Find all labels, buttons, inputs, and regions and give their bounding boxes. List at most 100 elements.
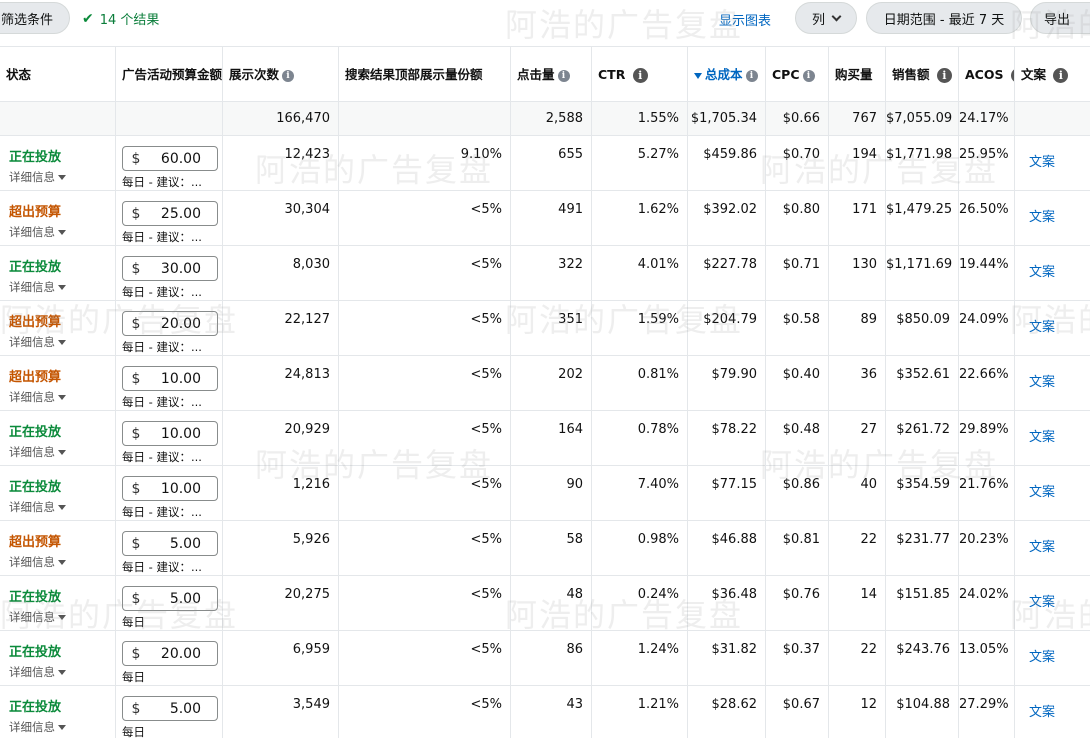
details-dropdown[interactable]: 详细信息	[9, 224, 66, 240]
table-row: 正在投放 详细信息 $ 5.00 每日 3,549 <5% 43 1.21% $…	[0, 686, 1090, 738]
details-dropdown[interactable]: 详细信息	[9, 444, 66, 460]
info-icon[interactable]: i	[557, 69, 570, 82]
top-share-cell: <5%	[339, 191, 511, 245]
summary-ctr: 1.55%	[592, 102, 688, 135]
filter-button[interactable]: 筛选条件	[0, 2, 70, 34]
show-chart-link[interactable]: 显示图表	[719, 10, 771, 29]
budget-value: 10.00	[160, 370, 201, 387]
info-icon[interactable]: i	[282, 69, 295, 82]
header-ctr[interactable]: CTR i	[592, 47, 688, 101]
details-label: 详细信息	[9, 665, 55, 679]
ad-link[interactable]: 文案	[1029, 701, 1055, 720]
info-icon[interactable]: i	[632, 68, 648, 83]
budget-input[interactable]: $ 20.00	[122, 641, 218, 666]
ctr-cell: 0.78%	[592, 411, 688, 465]
summary-cost: $1,705.34	[688, 102, 766, 135]
acos-cell: 22.66%	[959, 356, 1015, 410]
export-button[interactable]: 导出	[1030, 2, 1090, 34]
budget-input[interactable]: $ 10.00	[122, 366, 218, 391]
info-icon[interactable]: i	[745, 69, 758, 82]
header-clicks[interactable]: 点击量 i	[511, 47, 592, 101]
budget-input[interactable]: $ 30.00	[122, 256, 218, 281]
cost-cell: $227.78	[688, 246, 766, 300]
date-range-button[interactable]: 日期范围 - 最近 7 天	[866, 2, 1022, 34]
details-label: 详细信息	[9, 225, 55, 239]
top-share-cell: <5%	[339, 246, 511, 300]
ad-link[interactable]: 文案	[1029, 371, 1055, 390]
header-cost[interactable]: 总成本 i	[688, 47, 766, 101]
status-label: 正在投放	[9, 645, 62, 660]
budget-value: 5.00	[169, 535, 201, 552]
details-label: 详细信息	[9, 445, 55, 459]
header-cpc[interactable]: CPC i	[766, 47, 829, 101]
ad-link[interactable]: 文案	[1029, 591, 1055, 610]
budget-input[interactable]: $ 5.00	[122, 696, 218, 721]
details-label: 详细信息	[9, 555, 55, 569]
caret-down-icon	[58, 175, 66, 180]
sales-cell: $243.76	[886, 631, 959, 685]
status-cell: 正在投放 详细信息	[0, 136, 116, 190]
details-dropdown[interactable]: 详细信息	[9, 664, 66, 680]
details-dropdown[interactable]: 详细信息	[9, 334, 66, 350]
info-icon[interactable]: i	[1053, 68, 1069, 83]
ad-link[interactable]: 文案	[1029, 481, 1055, 500]
header-acos[interactable]: ACOS i	[959, 47, 1015, 101]
summary-ad	[1015, 102, 1090, 135]
details-dropdown[interactable]: 详细信息	[9, 169, 66, 185]
budget-input[interactable]: $ 10.00	[122, 476, 218, 501]
status-label: 正在投放	[9, 260, 62, 275]
budget-cell: $ 5.00 每日	[116, 576, 223, 630]
header-impressions-label: 展示次数	[229, 67, 280, 82]
details-dropdown[interactable]: 详细信息	[9, 279, 66, 295]
status-label: 超出预算	[9, 370, 62, 385]
details-dropdown[interactable]: 详细信息	[9, 389, 66, 405]
cost-cell: $31.82	[688, 631, 766, 685]
info-icon[interactable]: i	[936, 68, 952, 83]
ad-link[interactable]: 文案	[1029, 151, 1055, 170]
ad-link[interactable]: 文案	[1029, 536, 1055, 555]
budget-input[interactable]: $ 20.00	[122, 311, 218, 336]
ad-link[interactable]: 文案	[1029, 646, 1055, 665]
sales-cell: $104.88	[886, 686, 959, 738]
header-sales-label: 销售额	[892, 67, 930, 82]
status-label: 超出预算	[9, 205, 62, 220]
cost-cell: $36.48	[688, 576, 766, 630]
ad-link[interactable]: 文案	[1029, 261, 1055, 280]
top-share-cell: <5%	[339, 301, 511, 355]
header-ad[interactable]: 文案 i	[1015, 47, 1090, 101]
ad-link[interactable]: 文案	[1029, 206, 1055, 225]
header-top-share-label: 搜索结果顶部展示量份额	[345, 67, 483, 82]
header-budget[interactable]: 广告活动预算金额	[116, 47, 223, 101]
header-status[interactable]: 状态	[0, 47, 116, 101]
budget-cell: $ 30.00 每日 - 建议：...	[116, 246, 223, 300]
details-dropdown[interactable]: 详细信息	[9, 609, 66, 625]
header-impressions[interactable]: 展示次数 i	[223, 47, 339, 101]
info-icon[interactable]: i	[802, 69, 815, 82]
details-dropdown[interactable]: 详细信息	[9, 554, 66, 570]
orders-cell: 171	[829, 191, 886, 245]
top-share-cell: <5%	[339, 521, 511, 575]
table-row: 超出预算 详细信息 $ 10.00 每日 - 建议：... 24,813 <5%…	[0, 356, 1090, 411]
ad-link[interactable]: 文案	[1029, 316, 1055, 335]
ad-link[interactable]: 文案	[1029, 426, 1055, 445]
budget-input[interactable]: $ 60.00	[122, 146, 218, 171]
details-dropdown[interactable]: 详细信息	[9, 719, 66, 735]
budget-input[interactable]: $ 10.00	[122, 421, 218, 446]
details-dropdown[interactable]: 详细信息	[9, 499, 66, 515]
sales-cell: $850.09	[886, 301, 959, 355]
budget-cell: $ 60.00 每日 - 建议：...	[116, 136, 223, 190]
budget-cell: $ 10.00 每日 - 建议：...	[116, 411, 223, 465]
budget-input[interactable]: $ 5.00	[122, 531, 218, 556]
header-orders[interactable]: 购买量	[829, 47, 886, 101]
ad-cell: 文案	[1015, 576, 1090, 630]
header-top-share[interactable]: 搜索结果顶部展示量份额	[339, 47, 511, 101]
currency-symbol: $	[131, 535, 141, 552]
columns-button[interactable]: 列	[795, 2, 857, 34]
budget-input[interactable]: $ 25.00	[122, 201, 218, 226]
budget-input[interactable]: $ 5.00	[122, 586, 218, 611]
ad-cell: 文案	[1015, 411, 1090, 465]
caret-down-icon	[58, 615, 66, 620]
table-row: 正在投放 详细信息 $ 5.00 每日 20,275 <5% 48 0.24% …	[0, 576, 1090, 631]
sales-cell: $1,771.98	[886, 136, 959, 190]
header-sales[interactable]: 销售额 i	[886, 47, 959, 101]
